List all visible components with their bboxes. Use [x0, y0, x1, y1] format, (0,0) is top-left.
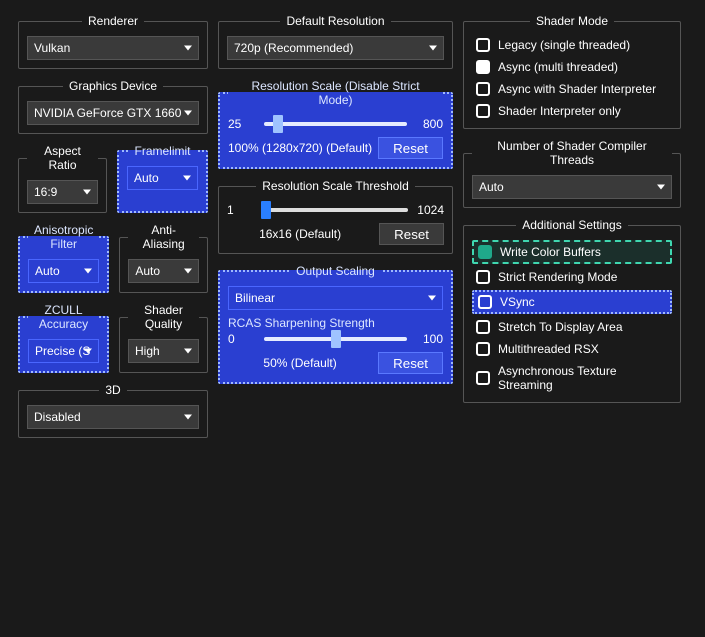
- graphics-device-label: Graphics Device: [63, 79, 163, 93]
- shader-quality-label: Shader Quality: [128, 303, 199, 331]
- shader-mode-interp-only[interactable]: Shader Interpreter only: [472, 102, 672, 120]
- 3d-label: 3D: [99, 383, 126, 397]
- anisotropic-filter-select[interactable]: Auto: [28, 259, 99, 283]
- chevron-down-icon: [183, 176, 191, 181]
- renderer-group: Renderer Vulkan: [18, 14, 208, 69]
- opt-async-texture-streaming[interactable]: Asynchronous Texture Streaming: [472, 362, 672, 394]
- graphics-device-group: Graphics Device NVIDIA GeForce GTX 1660: [18, 79, 208, 134]
- output-scaling-group: Output Scaling Bilinear RCAS Sharpening …: [218, 264, 453, 384]
- default-resolution-group: Default Resolution 720p (Recommended): [218, 14, 453, 69]
- shader-threads-group: Number of Shader Compiler Threads Auto: [463, 139, 681, 208]
- slider-thumb[interactable]: [273, 115, 283, 133]
- chevron-down-icon: [184, 349, 192, 354]
- checkbox-icon: [476, 270, 490, 284]
- zcull-accuracy-select[interactable]: Precise (S: [28, 339, 99, 363]
- renderer-label: Renderer: [82, 14, 144, 28]
- additional-settings-group: Additional Settings Write Color Buffers …: [463, 218, 681, 403]
- 3d-select[interactable]: Disabled: [27, 405, 199, 429]
- resolution-scale-reset-button[interactable]: Reset: [378, 137, 443, 159]
- slider-thumb[interactable]: [261, 201, 271, 219]
- aspect-ratio-select[interactable]: 16:9: [27, 180, 98, 204]
- framelimit-select[interactable]: Auto: [127, 166, 198, 190]
- additional-settings-options: Write Color Buffers Strict Rendering Mod…: [472, 240, 672, 394]
- default-resolution-label: Default Resolution: [280, 14, 390, 28]
- resolution-scale-threshold-group: Resolution Scale Threshold 1 1024 16x16 …: [218, 179, 453, 254]
- resolution-scale-slider[interactable]: [264, 122, 407, 126]
- chevron-down-icon: [84, 349, 92, 354]
- anisotropic-filter-label: Anisotropic Filter: [28, 223, 99, 251]
- chevron-down-icon: [428, 296, 436, 301]
- chevron-down-icon: [83, 190, 91, 195]
- zcull-accuracy-label: ZCULL Accuracy: [28, 303, 99, 331]
- shader-threads-label: Number of Shader Compiler Threads: [472, 139, 672, 167]
- chevron-down-icon: [184, 46, 192, 51]
- shader-mode-options: Legacy (single threaded) Async (multi th…: [472, 36, 672, 120]
- anisotropic-filter-group: Anisotropic Filter Auto: [18, 223, 109, 293]
- renderer-select[interactable]: Vulkan: [27, 36, 199, 60]
- framelimit-group: Framelimit Auto: [117, 144, 208, 213]
- chevron-down-icon: [184, 269, 192, 274]
- chevron-down-icon: [184, 415, 192, 420]
- shader-mode-async-interp[interactable]: Async with Shader Interpreter: [472, 80, 672, 98]
- radio-icon: [476, 104, 490, 118]
- opt-multithreaded-rsx[interactable]: Multithreaded RSX: [472, 340, 672, 358]
- graphics-device-select[interactable]: NVIDIA GeForce GTX 1660: [27, 101, 199, 125]
- checkbox-icon: [478, 295, 492, 309]
- shader-mode-legacy[interactable]: Legacy (single threaded): [472, 36, 672, 54]
- rcas-label: RCAS Sharpening Strength: [228, 316, 443, 330]
- res-thresh-min: 1: [227, 203, 257, 217]
- opt-stretch-display[interactable]: Stretch To Display Area: [472, 318, 672, 336]
- rcas-reset-button[interactable]: Reset: [378, 352, 443, 374]
- chevron-down-icon: [84, 269, 92, 274]
- additional-settings-label: Additional Settings: [516, 218, 627, 232]
- res-thresh-max: 1024: [414, 203, 444, 217]
- opt-write-color-buffers[interactable]: Write Color Buffers: [472, 240, 672, 264]
- 3d-group: 3D Disabled: [18, 383, 208, 438]
- shader-mode-label: Shader Mode: [530, 14, 614, 28]
- output-scaling-label: Output Scaling: [290, 264, 381, 278]
- chevron-down-icon: [184, 111, 192, 116]
- rcas-status: 50% (Default): [228, 356, 372, 370]
- aspect-ratio-group: Aspect Ratio 16:9: [18, 144, 107, 213]
- radio-icon: [476, 38, 490, 52]
- shader-threads-select[interactable]: Auto: [472, 175, 672, 199]
- anti-aliasing-group: Anti-Aliasing Auto: [119, 223, 208, 293]
- zcull-accuracy-group: ZCULL Accuracy Precise (S: [18, 303, 109, 373]
- resolution-scale-group: Resolution Scale (Disable Strict Mode) 2…: [218, 79, 453, 169]
- opt-strict-rendering[interactable]: Strict Rendering Mode: [472, 268, 672, 286]
- shader-quality-select[interactable]: High: [128, 339, 199, 363]
- radio-icon: [476, 82, 490, 96]
- shader-mode-group: Shader Mode Legacy (single threaded) Asy…: [463, 14, 681, 129]
- radio-icon: [476, 60, 490, 74]
- res-thresh-reset-button[interactable]: Reset: [379, 223, 444, 245]
- shader-quality-group: Shader Quality High: [119, 303, 208, 373]
- default-resolution-select[interactable]: 720p (Recommended): [227, 36, 444, 60]
- anti-aliasing-label: Anti-Aliasing: [128, 223, 199, 251]
- resolution-scale-status: 100% (1280x720) (Default): [228, 141, 372, 155]
- checkbox-icon: [476, 320, 490, 334]
- framelimit-label: Framelimit: [129, 144, 197, 158]
- opt-vsync[interactable]: VSync: [472, 290, 672, 314]
- slider-thumb[interactable]: [331, 330, 341, 348]
- rcas-slider[interactable]: [264, 337, 407, 341]
- resolution-scale-threshold-label: Resolution Scale Threshold: [256, 179, 415, 193]
- chevron-down-icon: [429, 46, 437, 51]
- res-thresh-slider[interactable]: [263, 208, 408, 212]
- aspect-ratio-label: Aspect Ratio: [27, 144, 98, 172]
- resolution-scale-min: 25: [228, 117, 258, 131]
- shader-mode-async[interactable]: Async (multi threaded): [472, 58, 672, 76]
- res-thresh-status: 16x16 (Default): [227, 227, 373, 241]
- rcas-min: 0: [228, 332, 258, 346]
- checkbox-icon: [476, 371, 490, 385]
- anti-aliasing-select[interactable]: Auto: [128, 259, 199, 283]
- checkbox-icon: [478, 245, 492, 259]
- chevron-down-icon: [657, 185, 665, 190]
- output-scaling-select[interactable]: Bilinear: [228, 286, 443, 310]
- checkbox-icon: [476, 342, 490, 356]
- rcas-max: 100: [413, 332, 443, 346]
- resolution-scale-label: Resolution Scale (Disable Strict Mode): [228, 79, 443, 107]
- resolution-scale-max: 800: [413, 117, 443, 131]
